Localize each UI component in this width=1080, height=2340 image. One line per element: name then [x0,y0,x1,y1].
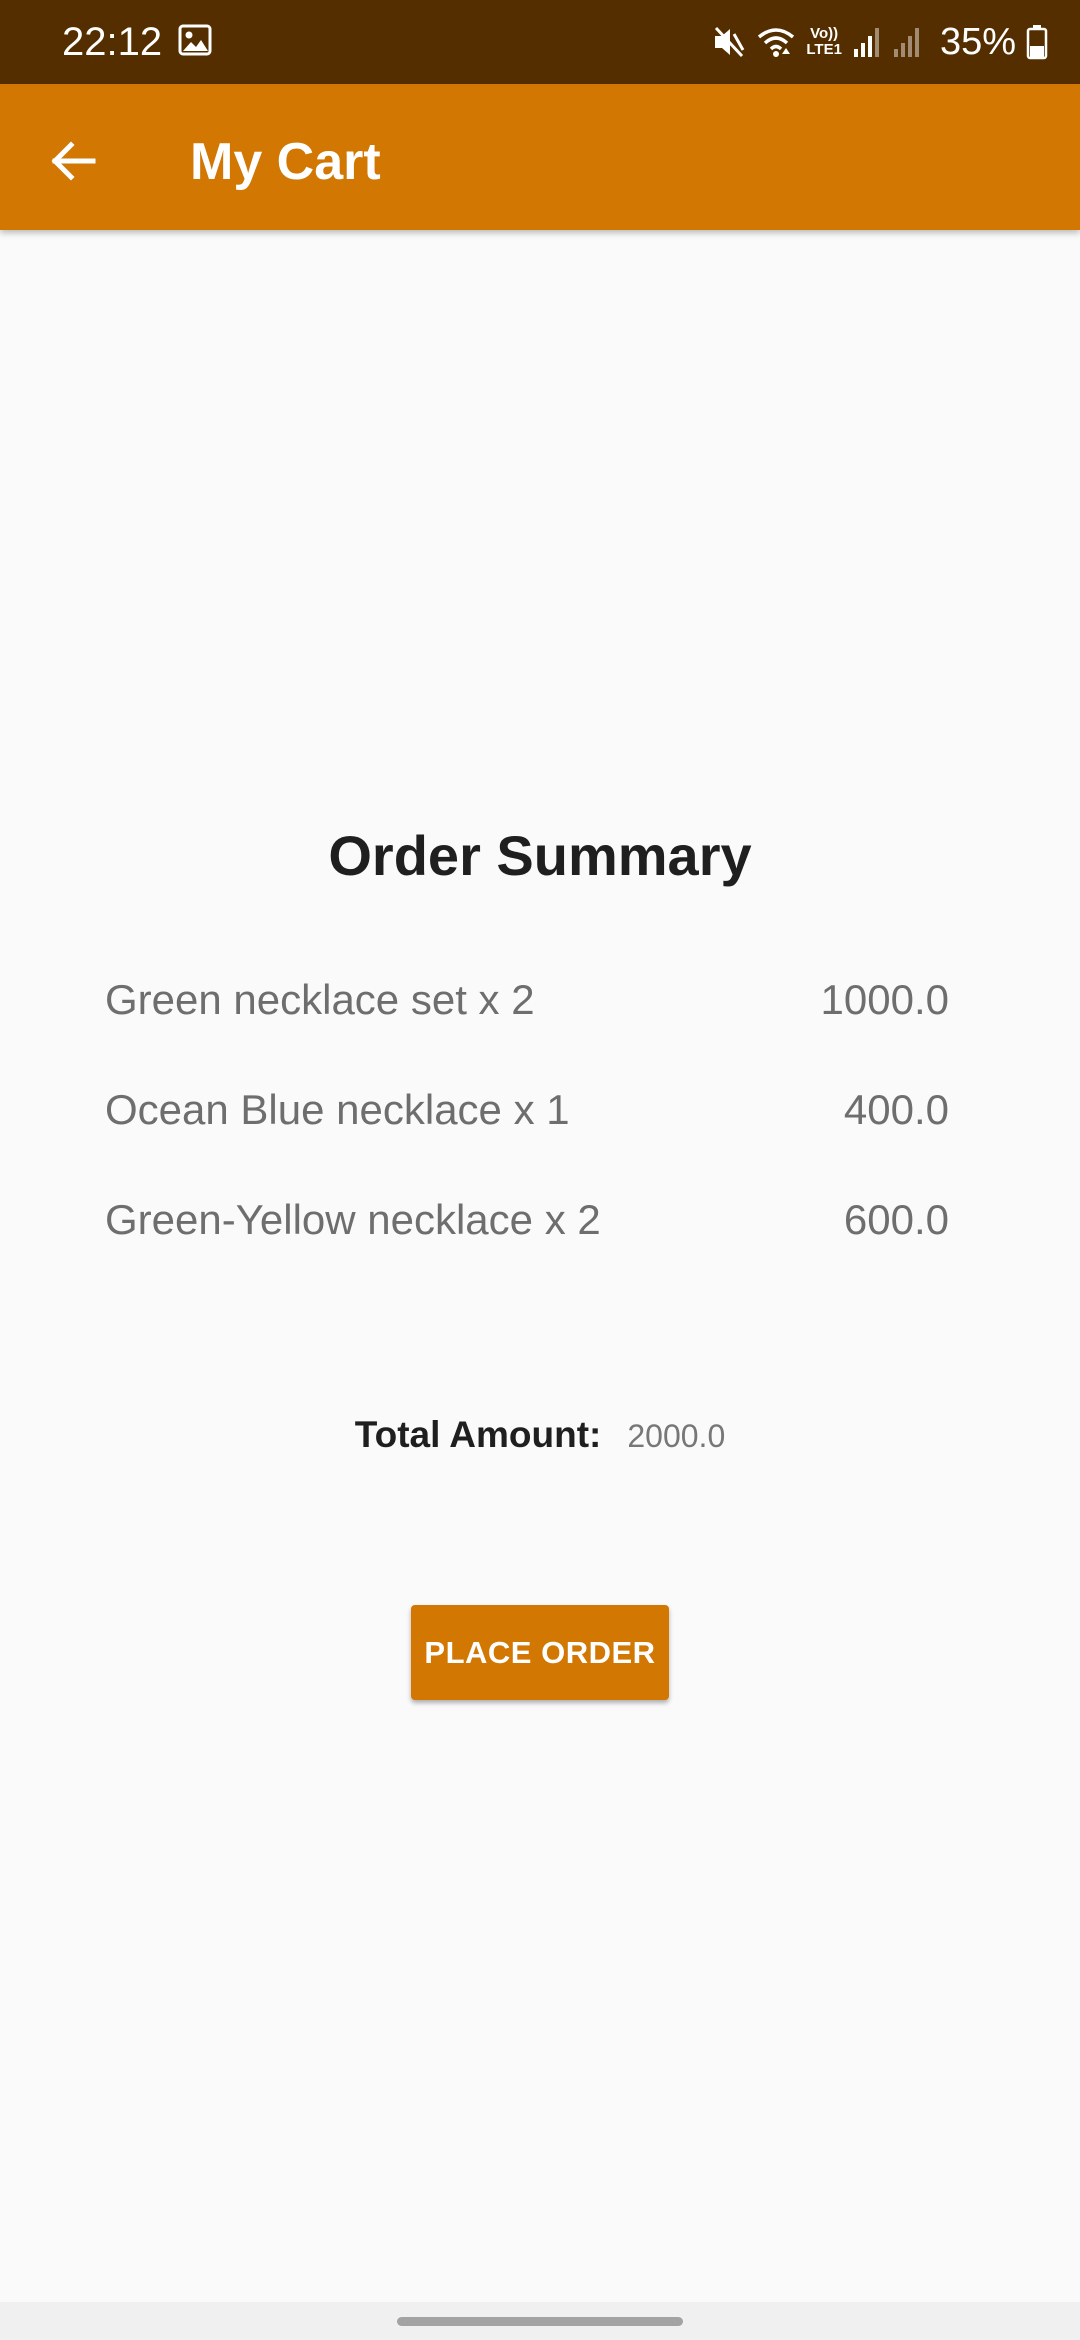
list-item: Ocean Blue necklace x 1 400.0 [105,1078,949,1188]
total-row: Total Amount: 2000.0 [0,1410,1080,1461]
status-time: 22:12 [62,20,163,64]
order-item-price: 600.0 [843,1196,949,1243]
volte-top-label: Vo)) [810,25,839,42]
wifi-icon [756,24,796,60]
order-item-price: 400.0 [843,1086,949,1133]
page-title: My Cart [190,133,381,191]
app-bar: My Cart [0,84,1080,230]
order-item-price: 1000.0 [820,976,949,1023]
volte-icon: Vo)) LTE1 [806,26,842,58]
mute-icon [712,24,746,60]
total-amount-label: Total Amount: [354,1414,602,1455]
order-list: Green necklace set x 2 1000.0 Ocean Blue… [105,968,949,1298]
volte-bottom-label: LTE1 [806,41,842,58]
order-item-name: Ocean Blue necklace x 1 [105,1086,570,1133]
status-icons: Vo)) LTE1 35% [712,18,1048,66]
order-item-name: Green-Yellow necklace x 2 [105,1196,601,1243]
order-summary-title: Order Summary [328,824,752,887]
home-indicator[interactable] [397,2317,683,2326]
arrow-back-icon [49,137,97,190]
signal-icon [892,25,922,59]
order-item-name: Green necklace set x 2 [105,976,535,1023]
list-item: Green-Yellow necklace x 2 600.0 [105,1188,949,1298]
list-item: Green necklace set x 2 1000.0 [105,968,949,1078]
total-amount-value: 2000.0 [627,1418,726,1454]
place-order-button[interactable]: PLACE ORDER [411,1605,669,1700]
battery-percent: 35% [939,21,1016,63]
signal-icon [852,25,882,59]
nav-bar [0,2302,1080,2340]
back-button[interactable] [30,120,116,206]
battery-icon [1026,24,1048,60]
gallery-icon [178,24,212,56]
status-bar: 22:12 Vo)) LTE1 35% [0,0,1080,84]
